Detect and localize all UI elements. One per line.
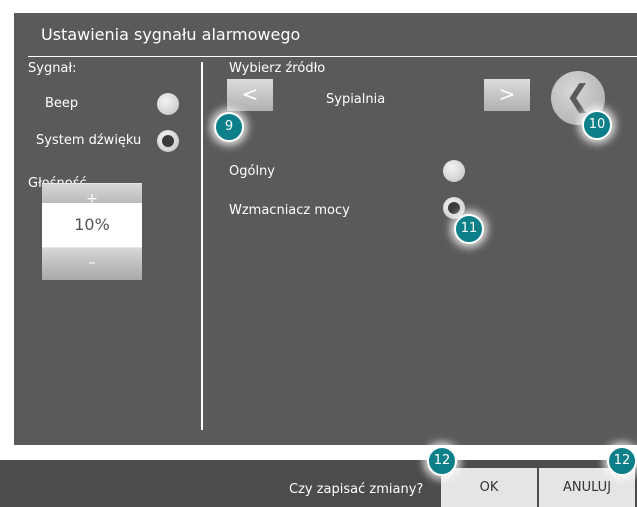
source-prev-button[interactable]: < [227, 79, 273, 111]
callout-badge-9: 9 [214, 112, 244, 142]
option-amplifier-label: Wzmacniacz mocy [229, 203, 350, 218]
volume-minus-button[interactable]: – [42, 247, 142, 280]
callout-badge-10: 10 [582, 110, 612, 140]
title-divider [28, 56, 637, 57]
callout-badge-12-ok: 12 [427, 446, 457, 476]
option-general-label: Ogólny [229, 164, 275, 179]
option-system-sound-label: System dźwięku [36, 133, 142, 148]
save-question: Czy zapisać zmiany? [289, 482, 424, 497]
signal-label: Sygnał: [28, 61, 77, 76]
callout-badge-12-cancel: 12 [607, 446, 637, 476]
beep-radio[interactable] [157, 93, 179, 115]
callout-badge-11: 11 [454, 214, 484, 244]
general-radio[interactable] [443, 160, 465, 182]
settings-panel: Ustawienia sygnału alarmowego Sygnał: Be… [14, 13, 637, 445]
option-beep-label: Beep [45, 96, 79, 111]
source-next-button[interactable]: > [484, 79, 530, 111]
volume-value: 10% [42, 203, 142, 247]
ok-button[interactable]: OK [441, 468, 537, 507]
system-sound-radio[interactable] [157, 130, 179, 152]
source-label: Wybierz źródło [229, 61, 326, 76]
page-title: Ustawienia sygnału alarmowego [41, 25, 301, 44]
column-divider [201, 62, 203, 430]
source-value: Sypialnia [326, 92, 386, 107]
